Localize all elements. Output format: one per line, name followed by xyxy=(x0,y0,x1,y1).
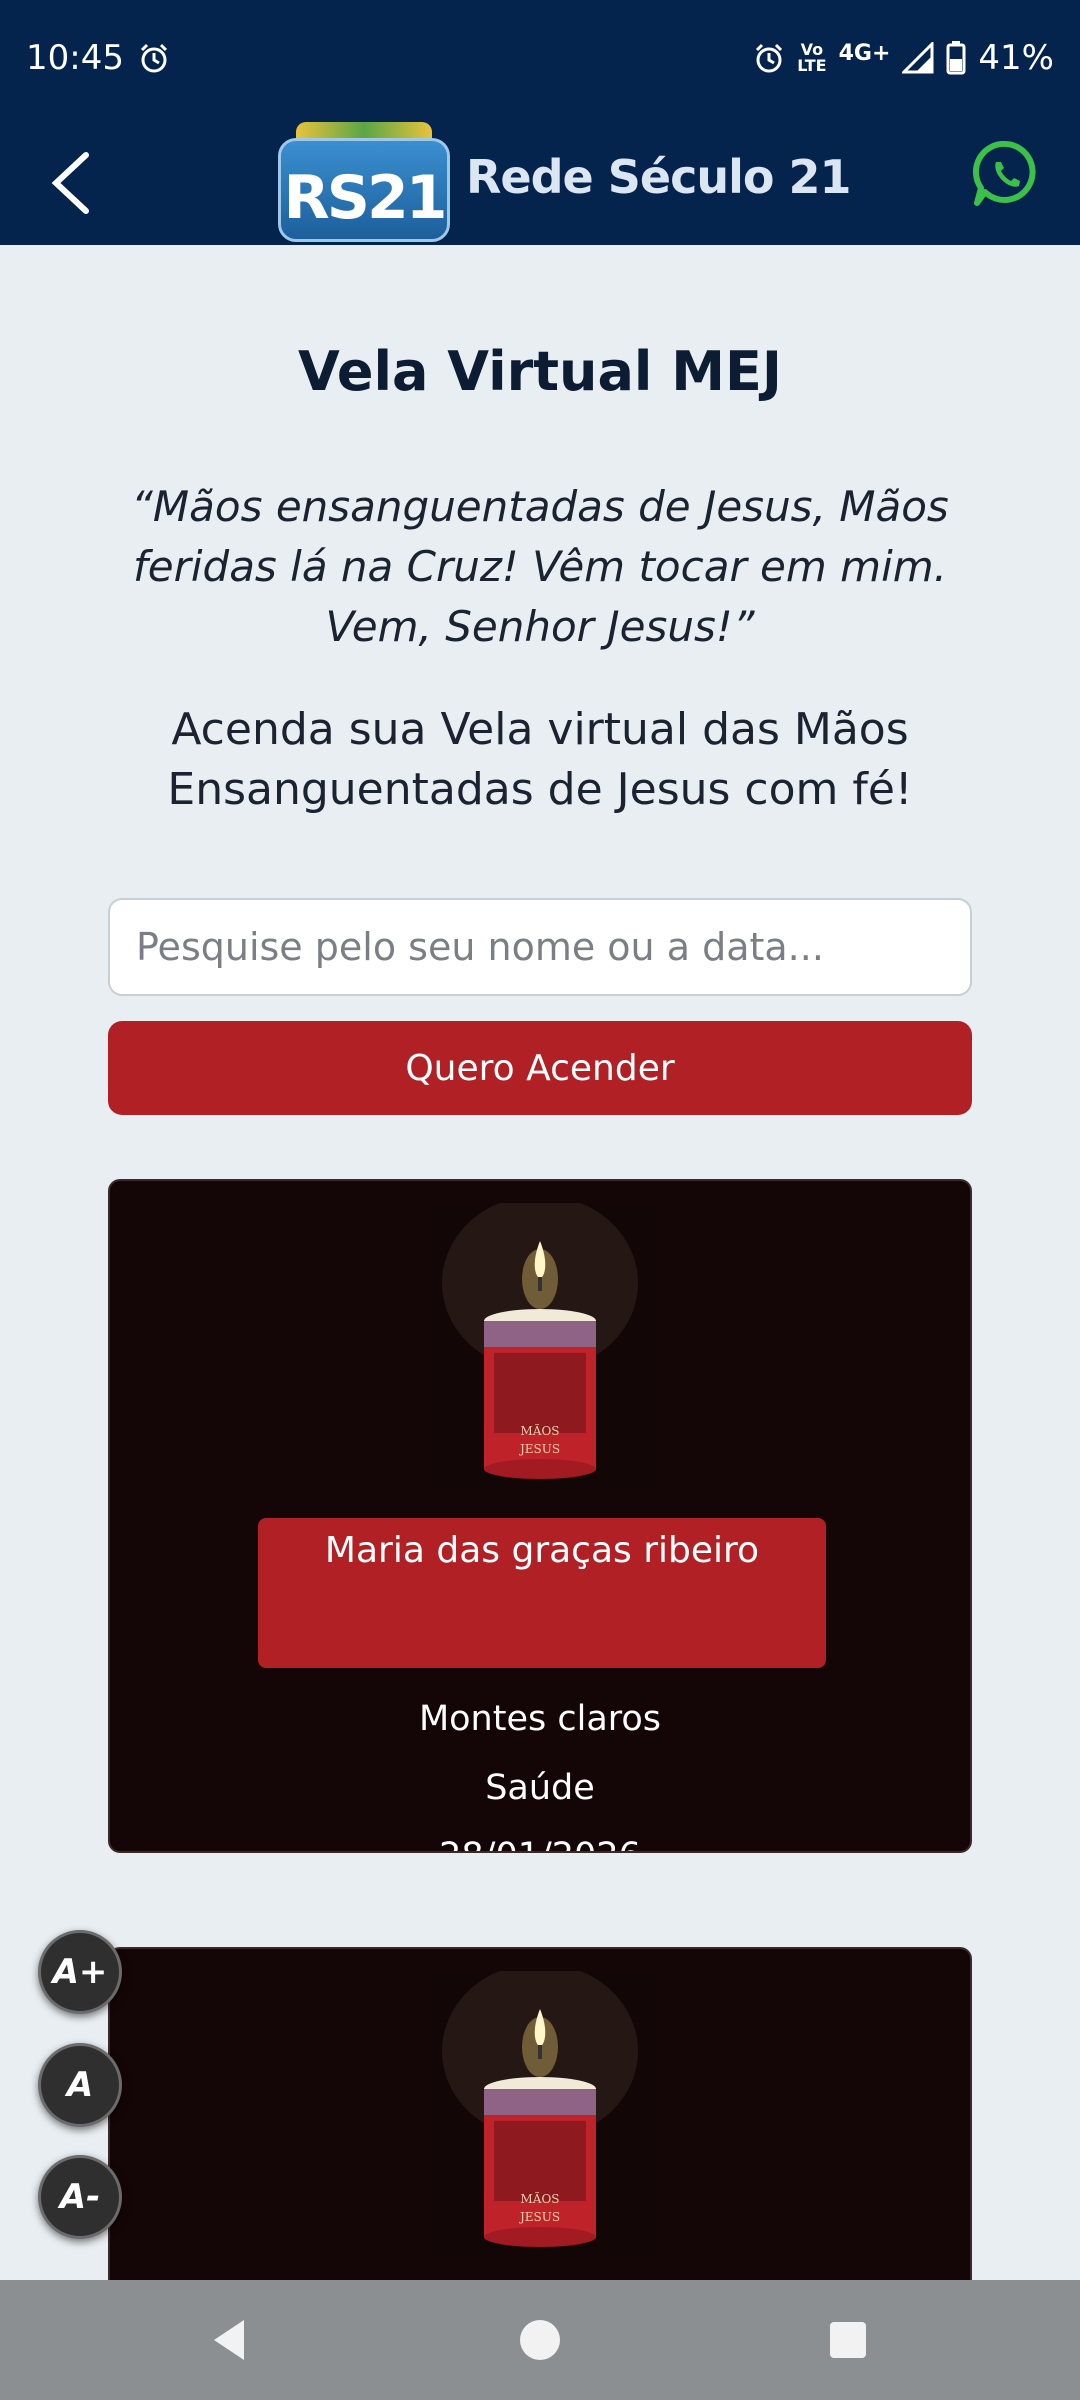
status-bar: 10:45 Vo LTE 4G+ 41% xyxy=(0,0,1080,124)
svg-text:JESUS: JESUS xyxy=(518,1442,560,1456)
candle-intention: Saúde xyxy=(485,1768,595,1808)
nav-recents-icon[interactable] xyxy=(822,2314,874,2366)
alarm-icon xyxy=(756,43,783,73)
search-input[interactable] xyxy=(108,898,972,996)
candle-date: 28/01/2026 xyxy=(110,1836,970,1851)
font-decrease-button[interactable]: A- xyxy=(38,2155,122,2239)
signal-icon xyxy=(902,42,934,74)
whatsapp-button[interactable] xyxy=(968,136,1044,212)
font-increase-button[interactable]: A+ xyxy=(38,1930,122,2014)
logo-text: Rede Século 21 xyxy=(466,150,852,204)
candle-city: Montes claros xyxy=(418,1699,662,1739)
logo-badge: RS21 xyxy=(278,138,450,242)
candle-card[interactable]: MÃOS JESUS Maria das graças ribeiro Mont… xyxy=(108,1179,972,1853)
brand-logo: RS21 Rede Século 21 xyxy=(278,122,852,244)
font-normal-button[interactable]: A xyxy=(38,2043,122,2127)
app-header: RS21 Rede Século 21 xyxy=(0,122,1080,245)
alarm-icon xyxy=(140,43,168,73)
whatsapp-icon xyxy=(972,140,1036,206)
prayer-quote: “Mãos ensanguentadas de Jesus, Mãos feri… xyxy=(131,482,949,651)
network-type: 4G+ xyxy=(838,40,891,66)
status-time: 10:45 xyxy=(26,38,124,78)
candle-name-box: Maria das graças ribeiro xyxy=(258,1518,826,1668)
page-subtitle: Acenda sua Vela virtual das Mãos Ensangu… xyxy=(167,704,913,815)
candle-image: MÃOS JESUS xyxy=(432,1203,658,1491)
system-nav-bar xyxy=(0,2280,1080,2400)
nav-home-icon[interactable] xyxy=(514,2314,566,2366)
chevron-left-icon xyxy=(51,152,89,214)
candle-image: MÃOS JESUS xyxy=(432,1971,658,2259)
status-icons: Vo LTE 4G+ 41% xyxy=(753,38,1054,78)
candle-name: Maria das graças ribeiro xyxy=(324,1530,760,1571)
light-candle-button[interactable]: Quero Acender xyxy=(108,1021,972,1115)
svg-text:JESUS: JESUS xyxy=(518,2210,560,2224)
candle-card[interactable]: MÃOS JESUS xyxy=(108,1947,972,2280)
back-button[interactable] xyxy=(40,138,100,228)
svg-text:MÃOS: MÃOS xyxy=(520,1423,559,1438)
main-content: Vela Virtual MEJ “Mãos ensanguentadas de… xyxy=(0,245,1080,2280)
battery-icon xyxy=(946,41,966,75)
svg-text:MÃOS: MÃOS xyxy=(520,2191,559,2206)
page-title: Vela Virtual MEJ xyxy=(298,340,782,403)
battery-percent: 41% xyxy=(978,38,1054,78)
volte-indicator: Vo LTE xyxy=(797,40,827,75)
nav-back-icon[interactable] xyxy=(204,2314,256,2366)
